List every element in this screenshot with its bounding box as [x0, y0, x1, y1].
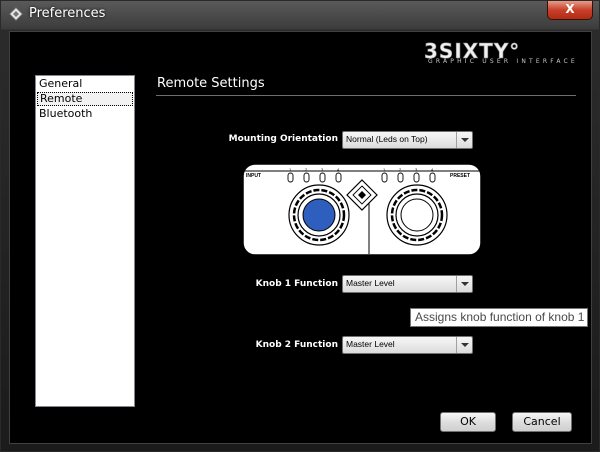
- settings-category-list[interactable]: General Remote Bluetooth: [35, 75, 135, 407]
- section-title: Remote Settings: [157, 76, 265, 91]
- section-divider: [156, 95, 576, 96]
- knob-1-tooltip: Assigns knob function of knob 1: [410, 308, 588, 327]
- title-bar[interactable]: Preferences X: [1, 1, 599, 28]
- knob-1: [288, 184, 350, 246]
- cancel-button[interactable]: Cancel: [512, 412, 572, 432]
- preferences-window: Preferences X 3SIXTY° GRAPHIC USER INTER…: [0, 0, 600, 452]
- app-icon: [9, 7, 23, 21]
- chevron-down-icon[interactable]: [456, 132, 472, 148]
- mounting-orientation-select[interactable]: Normal (Leds on Top): [342, 131, 473, 149]
- window-title: Preferences: [29, 6, 106, 21]
- sidebar-item-general[interactable]: General: [37, 77, 133, 91]
- mounting-orientation-label: Mounting Orientation: [228, 134, 338, 144]
- mounting-orientation-value: Normal (Leds on Top): [346, 134, 428, 144]
- sidebar-item-remote[interactable]: Remote: [37, 92, 133, 106]
- knob-1-function-label: Knob 1 Function: [255, 279, 338, 289]
- close-icon: X: [565, 2, 575, 16]
- knob-2-function-select[interactable]: Master Level: [342, 336, 473, 354]
- sidebar-item-bluetooth[interactable]: Bluetooth: [37, 107, 133, 121]
- ok-button[interactable]: OK: [440, 412, 496, 432]
- knob-1-function-value: Master Level: [346, 278, 395, 288]
- knob-1-function-select[interactable]: Master Level: [342, 275, 473, 293]
- preferences-panel: 3SIXTY° GRAPHIC USER INTERFACE General R…: [9, 31, 592, 444]
- device-preset-label: PRESET: [450, 173, 470, 179]
- knob-2-function-value: Master Level: [346, 339, 395, 349]
- chevron-down-icon[interactable]: [456, 276, 472, 292]
- brand-logo: 3SIXTY°: [424, 40, 520, 63]
- close-button[interactable]: X: [547, 1, 593, 20]
- chevron-down-icon[interactable]: [456, 337, 472, 353]
- brand-logo-subtitle: GRAPHIC USER INTERFACE: [428, 58, 578, 65]
- knob-2: [386, 184, 448, 246]
- device-input-label: INPUT: [246, 173, 261, 179]
- knob-2-function-label: Knob 2 Function: [255, 340, 338, 350]
- remote-device-diagram: INPUT PRESET 1 2 3 4 1 2 3 4: [242, 163, 482, 256]
